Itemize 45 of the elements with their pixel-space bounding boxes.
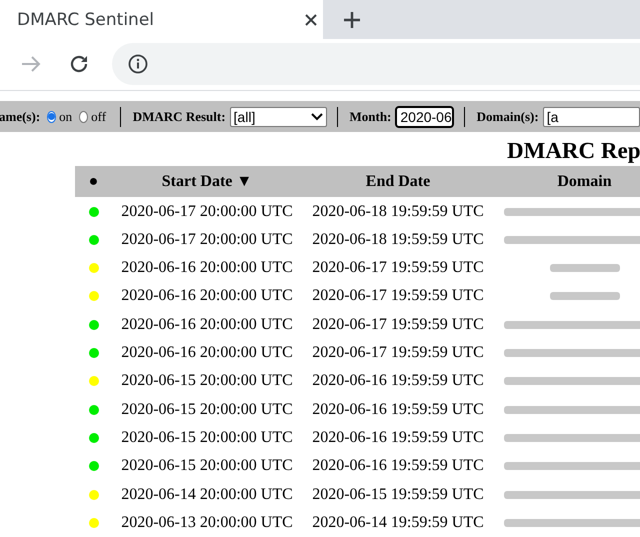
tab-title: DMARC Sentinel	[17, 10, 155, 30]
radio-label: off	[91, 108, 106, 125]
table-cell-text: 2020-06-17 19:59:59 UTC	[311, 314, 485, 335]
filter-label: Domain(s):	[476, 108, 539, 125]
blurred-domain	[550, 262, 620, 274]
table-cell-text: 2020-06-14 20:00:00 UTC	[120, 484, 294, 505]
filter-label: Month:	[349, 108, 392, 125]
dropdown[interactable]: [all]	[230, 106, 327, 127]
table-cell-text: 2020-06-15 19:59:59 UTC	[311, 484, 485, 505]
column-header[interactable]: Domain	[494, 166, 640, 198]
dropdown[interactable]: [a	[542, 106, 640, 127]
table-cell-text: 2020-06-13 20:00:00 UTC	[120, 512, 294, 533]
dropdown[interactable]: 2020-06	[395, 106, 454, 128]
table-cell-text: 2020-06-17 19:59:59 UTC	[311, 343, 485, 364]
table-cell-text: 2020-06-16 20:00:00 UTC	[120, 314, 294, 335]
table-cell-text: 2020-06-18 19:59:59 UTC	[311, 230, 485, 250]
filter-label: DMARC Result:	[132, 108, 226, 125]
blurred-domain	[550, 290, 620, 302]
radio-label: on	[59, 108, 72, 125]
table-cell-text: 2020-06-15 20:00:00 UTC	[120, 428, 294, 448]
table-cell-text: 2020-06-16 20:00:00 UTC	[120, 343, 294, 364]
table-cell-text: 2020-06-16 19:59:59 UTC	[311, 456, 485, 476]
table-cell-text: 2020-06-15 20:00:00 UTC	[120, 400, 294, 420]
table-cell-text: 2020-06-16 20:00:00 UTC	[120, 258, 294, 278]
table-cell-text: 2020-06-15 20:00:00 UTC	[120, 456, 294, 476]
table-cell-text: 2020-06-17 20:00:00 UTC	[120, 202, 294, 222]
table-cell-text: 2020-06-16 19:59:59 UTC	[311, 371, 485, 392]
info-icon[interactable]	[128, 54, 148, 74]
browser-tab[interactable]: DMARC Sentinel	[0, 0, 323, 40]
column-header[interactable]: ●	[75, 166, 112, 198]
table-cell-text: 2020-06-18 19:59:59 UTC	[311, 202, 485, 222]
table-cell-text: 2020-06-17 20:00:00 UTC	[120, 230, 294, 250]
table-cell-text: 2020-06-16 19:59:59 UTC	[311, 428, 485, 448]
radio-button[interactable]	[47, 110, 56, 123]
radio-button[interactable]	[79, 110, 88, 123]
column-header[interactable]: Start Date ▼	[112, 166, 302, 198]
table-cell-text: 2020-06-15 20:00:00 UTC	[120, 371, 294, 392]
table-cell-text: 2020-06-17 19:59:59 UTC	[311, 258, 485, 278]
table-cell-text: 2020-06-14 19:59:59 UTC	[311, 512, 485, 533]
report-heading: DMARC Rep	[506, 138, 640, 166]
table-cell-text: 2020-06-17 19:59:59 UTC	[311, 286, 485, 306]
column-header[interactable]: End Date	[302, 166, 494, 198]
table-cell-text: 2020-06-16 19:59:59 UTC	[311, 400, 485, 420]
table-cell-text: 2020-06-16 20:00:00 UTC	[120, 286, 294, 306]
chevron-down-icon	[310, 112, 323, 121]
